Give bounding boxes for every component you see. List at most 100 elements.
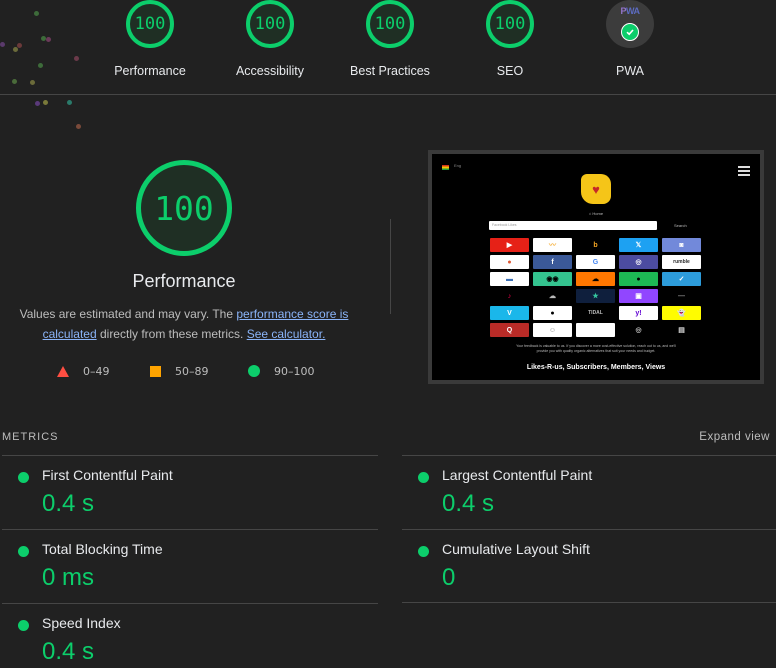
service-tile-grid: ▶ 〰 b 𝕏 ◙ ● f G ◎ rumble ▬ ◉◉ ☁ ● ✓ ♪ ☁ ★ ▣ — V ● TIDAL y! 👻 Q ☺ ◎ ▤ bbox=[490, 238, 702, 337]
confetti-dot bbox=[34, 11, 39, 16]
service-tile: f bbox=[533, 255, 572, 269]
service-tile: ✓ bbox=[662, 272, 701, 286]
score-value: 100 bbox=[134, 14, 166, 34]
divider bbox=[402, 529, 776, 530]
divider bbox=[402, 602, 776, 603]
metric-value: 0.4 s bbox=[42, 490, 95, 517]
metric-value: 0 bbox=[442, 564, 456, 591]
divider bbox=[402, 455, 776, 456]
score-ring: 100 bbox=[246, 0, 294, 48]
service-tile: b bbox=[576, 238, 615, 252]
service-tile: 𝕏 bbox=[619, 238, 658, 252]
confetti-dot bbox=[13, 47, 18, 52]
service-tile bbox=[576, 323, 615, 337]
pass-circle-icon bbox=[18, 472, 29, 483]
score-ring: 100 bbox=[486, 0, 534, 48]
legend-range: 50–89 bbox=[175, 364, 209, 378]
service-tile: ▶ bbox=[490, 238, 529, 252]
divider bbox=[2, 603, 378, 604]
pass-circle-icon bbox=[18, 620, 29, 631]
service-tile: ● bbox=[533, 306, 572, 320]
confetti-dot bbox=[0, 42, 5, 47]
category-summary-bar: 100 Performance 100 Accessibility 100 Be… bbox=[0, 0, 776, 95]
score-ring: 100 bbox=[366, 0, 414, 48]
confetti-dot bbox=[38, 63, 43, 68]
service-tile: ◉◉ bbox=[533, 272, 572, 286]
legend-fail: 0–49 bbox=[57, 363, 110, 379]
metric-name: Total Blocking Time bbox=[42, 541, 163, 557]
service-tile: y! bbox=[619, 306, 658, 320]
gauge-performance[interactable]: 100 Performance bbox=[90, 0, 210, 78]
metric-name: Speed Index bbox=[42, 615, 121, 631]
service-tile: ☁ bbox=[533, 289, 572, 303]
score-value: 100 bbox=[374, 14, 406, 34]
metric-value: 0 ms bbox=[42, 564, 95, 591]
screenshot-site-title: Likes-R-us, Subscribers, Members, Views bbox=[526, 364, 666, 371]
performance-title: Performance bbox=[132, 271, 236, 291]
gauge-best-practices[interactable]: 100 Best Practices bbox=[330, 0, 450, 78]
screenshot-search-button: Search bbox=[674, 223, 687, 228]
service-tile: — bbox=[662, 289, 701, 303]
final-screenshot[interactable]: Eng ♥ ⌂ Home Facebook Likes Search ▶ 〰 b 𝕏 ◙… bbox=[428, 150, 764, 384]
vertical-divider bbox=[390, 219, 391, 314]
description-text: Values are estimated and may vary. The bbox=[19, 307, 237, 321]
confetti-dot bbox=[35, 101, 40, 106]
service-tile: ▣ bbox=[619, 289, 658, 303]
screenshot-page: Eng ♥ ⌂ Home Facebook Likes Search ▶ 〰 b 𝕏 ◙… bbox=[432, 154, 760, 380]
service-tile: G bbox=[576, 255, 615, 269]
score-value: 100 bbox=[494, 14, 526, 34]
confetti-dot bbox=[67, 100, 72, 105]
service-tile: V bbox=[490, 306, 529, 320]
confetti-dot bbox=[46, 37, 51, 42]
gauge-seo[interactable]: 100 SEO bbox=[450, 0, 570, 78]
divider bbox=[2, 529, 378, 530]
metric-value: 0.4 s bbox=[42, 638, 95, 665]
service-tile: rumble bbox=[662, 255, 701, 269]
pwa-badge-text: PWA bbox=[606, 6, 654, 16]
gauge-label: Best Practices bbox=[350, 64, 430, 78]
service-tile: Q bbox=[490, 323, 529, 337]
pwa-badge-letters: WA bbox=[626, 6, 640, 16]
screenshot-feedback-text: Your feedback is valuable to us. If you … bbox=[516, 344, 676, 353]
legend-range: 0–49 bbox=[83, 364, 110, 378]
check-icon bbox=[621, 23, 639, 41]
metric-name: Cumulative Layout Shift bbox=[442, 541, 590, 557]
metrics-heading: METRICS bbox=[2, 431, 59, 443]
service-tile: ◎ bbox=[619, 323, 658, 337]
see-calculator-link[interactable]: See calculator. bbox=[247, 327, 326, 341]
service-tile: ☺ bbox=[533, 323, 572, 337]
description-text: directly from these metrics. bbox=[96, 327, 247, 341]
gauge-label: Performance bbox=[114, 64, 186, 78]
square-icon bbox=[150, 365, 161, 377]
language-selector: Eng bbox=[454, 163, 462, 168]
service-tile: 👻 bbox=[662, 306, 701, 320]
gauge-label: Accessibility bbox=[235, 64, 305, 78]
screenshot-search-input: Facebook Likes bbox=[489, 221, 657, 230]
performance-score-value: 100 bbox=[154, 188, 214, 228]
service-tile: ◎ bbox=[619, 255, 658, 269]
score-value: 100 bbox=[254, 14, 286, 34]
confetti-dot bbox=[12, 79, 17, 84]
flag-icon bbox=[442, 165, 449, 170]
divider bbox=[2, 455, 378, 456]
gauge-label: SEO bbox=[496, 64, 524, 78]
legend-average: 50–89 bbox=[150, 363, 209, 379]
legend-range: 90–100 bbox=[274, 364, 315, 378]
metric-name: First Contentful Paint bbox=[42, 467, 173, 483]
confetti-dot bbox=[76, 124, 81, 129]
confetti-dot bbox=[17, 43, 22, 48]
legend-pass: 90–100 bbox=[248, 363, 315, 379]
gauge-accessibility[interactable]: 100 Accessibility bbox=[210, 0, 330, 78]
pass-circle-icon bbox=[418, 546, 429, 557]
confetti-dot bbox=[43, 100, 48, 105]
service-tile: ★ bbox=[576, 289, 615, 303]
pass-circle-icon bbox=[418, 472, 429, 483]
triangle-icon bbox=[57, 365, 69, 377]
gauge-pwa[interactable]: PWA PWA bbox=[570, 0, 690, 78]
service-tile: ▬ bbox=[490, 272, 529, 286]
pwa-badge: PWA bbox=[606, 0, 654, 48]
expand-view-toggle[interactable]: Expand view bbox=[699, 431, 770, 443]
gauge-label: PWA bbox=[615, 64, 644, 78]
circle-icon bbox=[248, 365, 260, 377]
service-tile: ◙ bbox=[662, 238, 701, 252]
